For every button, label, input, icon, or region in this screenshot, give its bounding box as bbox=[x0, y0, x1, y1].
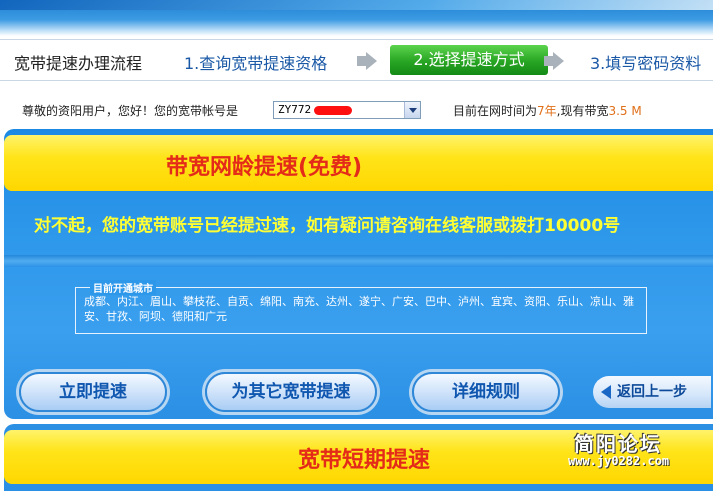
step-arrow-icon bbox=[366, 52, 377, 70]
speed-up-other-account-button[interactable]: 为其它宽带提速 bbox=[205, 372, 377, 412]
current-bandwidth: 3.5 M bbox=[608, 104, 642, 118]
open-cities-box: 目前开通城市 成都、内江、眉山、攀枝花、自贡、绵阳、南充、达州、遂宁、广安、巴中… bbox=[75, 280, 647, 334]
watermark-url: www.jy0282.com bbox=[568, 454, 670, 468]
chevron-down-icon[interactable] bbox=[404, 102, 420, 118]
step-1-query[interactable]: 1.查询宽带提速资格 bbox=[184, 50, 327, 74]
redaction-mark bbox=[314, 106, 352, 115]
account-value: ZY772 bbox=[278, 103, 312, 116]
network-years: 7年 bbox=[537, 104, 557, 118]
step-3-password[interactable]: 3.填写密码资料 bbox=[590, 50, 701, 74]
account-select[interactable]: ZY772 bbox=[273, 101, 421, 119]
step-2-select-active[interactable]: 2.选择提速方式 bbox=[390, 45, 548, 75]
step-arrow-icon bbox=[553, 52, 564, 70]
process-steps-bar: 宽带提速办理流程 1.查询宽带提速资格 2.选择提速方式 3.填写密码资料 bbox=[0, 39, 713, 81]
bandwidth-prefix: ,现有带宽 bbox=[556, 104, 609, 118]
forum-watermark: 简阳论坛 www.jy0282.com bbox=[566, 428, 706, 472]
already-upgraded-notice: 对不起，您的宽带账号已经提过速，如有疑问请咨询在线客服或拨打10000号 bbox=[34, 216, 621, 236]
greeting-text: 尊敬的资阳用户，您好！您的宽带帐号是 bbox=[22, 104, 239, 118]
top-banner bbox=[0, 0, 713, 36]
network-time-info: 目前在网时间为7年,现有带宽3.5 M bbox=[453, 102, 642, 119]
open-cities-legend: 目前开通城市 bbox=[90, 280, 156, 295]
time-prefix: 目前在网时间为 bbox=[453, 104, 538, 118]
back-label: 返回上一步 bbox=[617, 384, 687, 400]
free-speedup-title: 带宽网龄提速(免费) bbox=[165, 155, 363, 180]
banner-highlight bbox=[0, 0, 713, 10]
process-title: 宽带提速办理流程 bbox=[14, 54, 143, 73]
open-cities-list: 成都、内江、眉山、攀枝花、自贡、绵阳、南充、达州、遂宁、广安、巴中、泸州、宜宾、… bbox=[84, 295, 634, 323]
free-speedup-header: 带宽网龄提速(免费) bbox=[4, 135, 713, 191]
decorative-band bbox=[4, 255, 713, 267]
detailed-rules-button[interactable]: 详细规则 bbox=[412, 372, 560, 412]
speed-up-now-button[interactable]: 立即提速 bbox=[19, 372, 167, 412]
watermark-name: 简阳论坛 bbox=[574, 432, 662, 456]
back-button[interactable]: 返回上一步 bbox=[593, 376, 711, 408]
